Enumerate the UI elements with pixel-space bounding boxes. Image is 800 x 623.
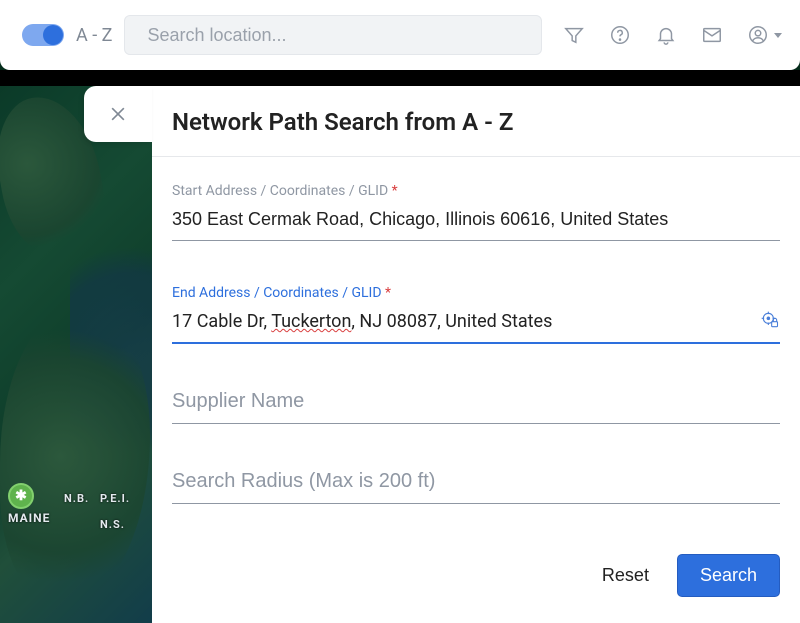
close-panel-button[interactable] [84, 86, 152, 142]
end-address-field: End Address / Coordinates / GLID * 17 Ca… [172, 285, 780, 344]
search-button[interactable]: Search [677, 554, 780, 597]
start-address-input[interactable] [172, 207, 780, 241]
user-icon [746, 23, 770, 47]
panel-title: Network Path Search from A - Z [172, 108, 780, 136]
az-label: A - Z [76, 25, 112, 46]
mouse-lock-icon[interactable] [760, 310, 780, 330]
search-box[interactable] [124, 15, 542, 55]
map-label-maine: MAINE [8, 511, 50, 525]
map-land [0, 306, 150, 606]
mail-icon[interactable] [700, 23, 724, 47]
end-address-input[interactable]: 17 Cable Dr, Tuckerton, NJ 08087, United… [172, 309, 780, 344]
start-address-field: Start Address / Coordinates / GLID * [172, 183, 780, 241]
map-label-nb: N.B. [64, 492, 89, 505]
map-strip [0, 70, 800, 86]
map-label-pei: P.E.I. [100, 492, 130, 505]
close-icon [108, 104, 128, 124]
supplier-field [172, 388, 780, 424]
required-indicator: * [392, 183, 398, 199]
supplier-input[interactable] [172, 388, 780, 424]
help-icon[interactable] [608, 23, 632, 47]
reset-button[interactable]: Reset [592, 557, 659, 594]
top-icons [562, 23, 782, 47]
panel-body: Start Address / Coordinates / GLID * End… [152, 157, 800, 554]
filter-icon[interactable] [562, 23, 586, 47]
user-menu[interactable] [746, 23, 782, 47]
panel-actions: Reset Search [152, 554, 800, 623]
radius-field [172, 468, 780, 504]
bell-icon[interactable] [654, 23, 678, 47]
search-panel: Network Path Search from A - Z Start Add… [152, 86, 800, 623]
map-label-ns: N.S. [100, 518, 125, 531]
az-toggle[interactable] [22, 24, 64, 46]
topbar: A - Z [0, 0, 800, 70]
search-input[interactable] [147, 25, 529, 46]
radius-input[interactable] [172, 468, 780, 504]
toggle-knob [43, 25, 63, 45]
map[interactable]: ✱ MAINE N.B. P.E.I. N.S. [0, 86, 152, 623]
map-marker[interactable]: ✱ [8, 483, 34, 509]
start-address-label: Start Address / Coordinates / GLID * [172, 183, 780, 199]
required-indicator: * [385, 285, 391, 301]
panel-header: Network Path Search from A - Z [152, 86, 800, 157]
chevron-down-icon [774, 33, 782, 38]
end-address-label: End Address / Coordinates / GLID * [172, 285, 780, 301]
